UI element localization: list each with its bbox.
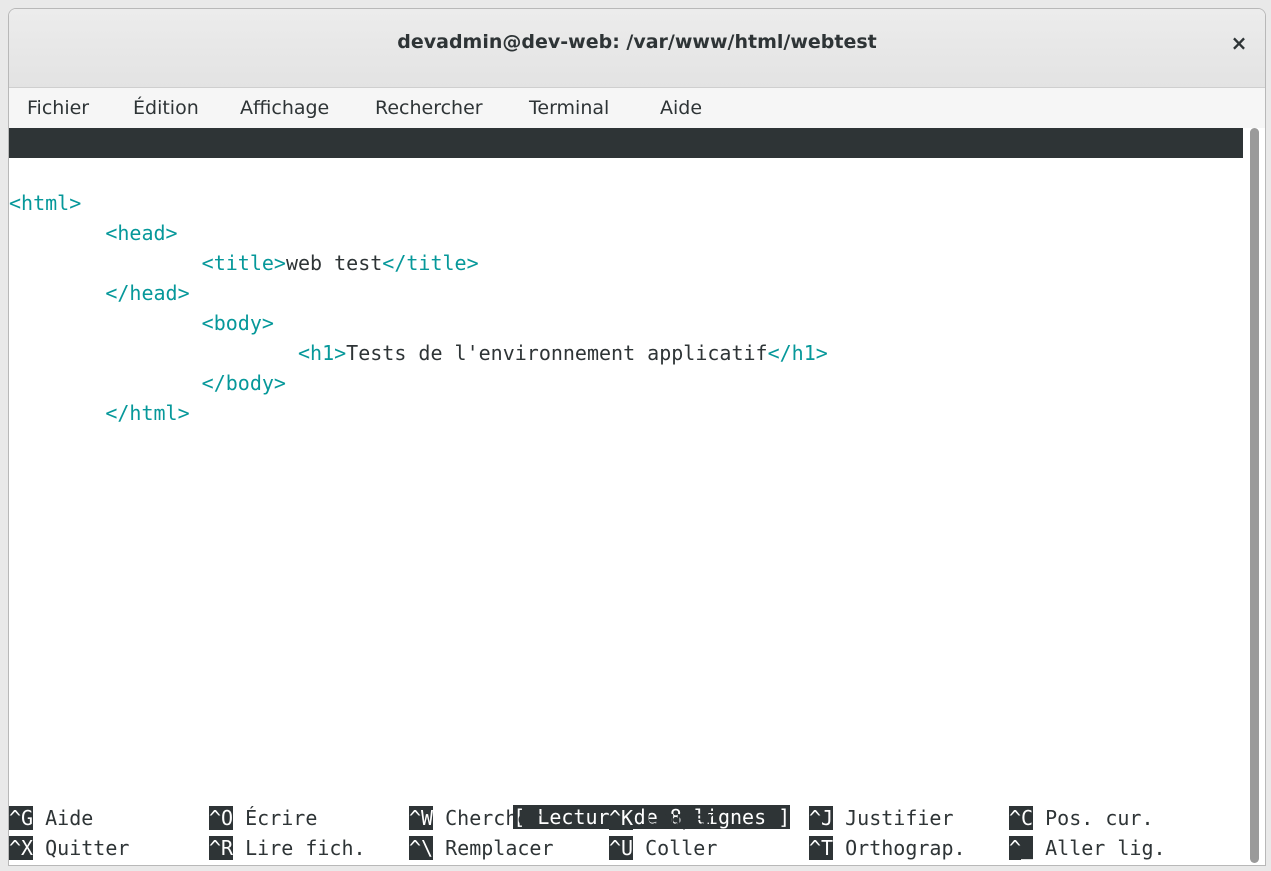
line-text: Tests de l'environnement applicatif <box>346 341 768 365</box>
editor-line[interactable]: <html> <box>9 188 81 218</box>
html-tag: <body> <box>201 311 274 335</box>
html-tag: <h1> <box>297 341 347 365</box>
title-bar[interactable]: devadmin@dev-web: /var/www/html/webtest … <box>9 9 1265 88</box>
shortcut-label: Lire fich. <box>245 836 366 860</box>
shortcut-lire-fich[interactable]: ^R Lire fich. <box>209 833 366 863</box>
menu-rechercher[interactable]: Rechercher <box>375 97 483 119</box>
html-tag: </title> <box>382 251 479 275</box>
html-tag: </html> <box>105 401 190 425</box>
html-tag: </body> <box>201 371 286 395</box>
editor-line[interactable]: </head> <box>9 278 190 308</box>
html-tag: <title> <box>201 251 286 275</box>
shortcut-label: Remplacer <box>445 836 554 860</box>
shortcut-label: Coller <box>645 836 718 860</box>
nano-header-bar: GNU nano 3.2 accueil.html <box>9 128 1245 215</box>
html-tag: <html> <box>9 191 82 215</box>
shortcut-key: ^\ <box>409 836 434 860</box>
editor-line[interactable]: <head> <box>9 218 178 248</box>
status-message: [ Lecture de 8 lignes ] <box>513 805 791 829</box>
nano-filename: accueil.html <box>562 191 707 215</box>
html-tag: </head> <box>105 281 190 305</box>
shortcut-label: Écrire <box>245 806 318 830</box>
shortcut-pos-cur[interactable]: ^C Pos. cur. <box>1009 803 1154 833</box>
shortcut-label: Chercher <box>445 806 542 830</box>
shortcut-label: Couper <box>645 806 718 830</box>
editor-line[interactable]: <h1>Tests de l'environnement applicatif<… <box>9 338 828 368</box>
terminal-window: devadmin@dev-web: /var/www/html/webtest … <box>8 8 1266 866</box>
menu-terminal[interactable]: Terminal <box>529 97 609 119</box>
menu-bar: Fichier Édition Affichage Rechercher Ter… <box>9 88 1265 128</box>
shortcut-key: ^U <box>609 836 634 860</box>
shortcut-couper[interactable]: ^K Couper <box>609 803 717 833</box>
shortcut-key: ^C <box>1009 806 1034 830</box>
editor-line[interactable]: </body> <box>9 368 286 398</box>
menu-edition[interactable]: Édition <box>133 97 199 119</box>
shortcut-label: Quitter <box>45 836 130 860</box>
shortcut-key: ^G <box>9 806 34 830</box>
menu-affichage[interactable]: Affichage <box>240 97 329 119</box>
menu-aide[interactable]: Aide <box>660 97 702 119</box>
shortcut-key: ^_ <box>1009 836 1034 860</box>
shortcut-key: ^X <box>9 836 34 860</box>
line-text: web test <box>285 251 383 275</box>
scrollbar[interactable] <box>1243 128 1265 865</box>
shortcut-key: ^O <box>209 806 234 830</box>
shortcut-chercher[interactable]: ^W Chercher <box>409 803 541 833</box>
shortcut-label: Orthograp. <box>845 836 966 860</box>
shortcut-label: Justifier <box>845 806 954 830</box>
editor-line[interactable]: <title>web test</title> <box>9 248 479 278</box>
shortcut-key: ^J <box>809 806 834 830</box>
shortcut-remplacer[interactable]: ^\ Remplacer <box>409 833 554 863</box>
shortcut-label: Aller lig. <box>1045 836 1166 860</box>
shortcut-aide[interactable]: ^G Aide <box>9 803 93 833</box>
editor-line[interactable]: </html> <box>9 398 190 428</box>
html-tag: <head> <box>105 221 178 245</box>
scrollbar-thumb[interactable] <box>1250 128 1259 863</box>
window-title: devadmin@dev-web: /var/www/html/webtest <box>397 31 877 53</box>
shortcut-coller[interactable]: ^U Coller <box>609 833 717 863</box>
shortcut-label: Pos. cur. <box>1045 806 1154 830</box>
nano-version: GNU nano 3.2 <box>35 161 180 185</box>
close-icon[interactable]: × <box>1227 31 1251 55</box>
shortcut--crire[interactable]: ^O Écrire <box>209 803 317 833</box>
shortcut-key: ^R <box>209 836 234 860</box>
shortcut-key: ^W <box>409 806 434 830</box>
shortcut-orthograp[interactable]: ^T Orthograp. <box>809 833 966 863</box>
shortcut-quitter[interactable]: ^X Quitter <box>9 833 129 863</box>
shortcut-label: Aide <box>45 806 94 830</box>
shortcut-key: ^K <box>609 806 634 830</box>
html-tag: </h1> <box>767 341 828 365</box>
shortcut-justifier[interactable]: ^J Justifier <box>809 803 954 833</box>
terminal-area[interactable]: GNU nano 3.2 accueil.html <html> <head> … <box>9 128 1245 865</box>
shortcut-key: ^T <box>809 836 834 860</box>
editor-line[interactable]: <body> <box>9 308 274 338</box>
shortcut-aller-lig[interactable]: ^_ Aller lig. <box>1009 833 1166 863</box>
menu-fichier[interactable]: Fichier <box>27 97 89 119</box>
